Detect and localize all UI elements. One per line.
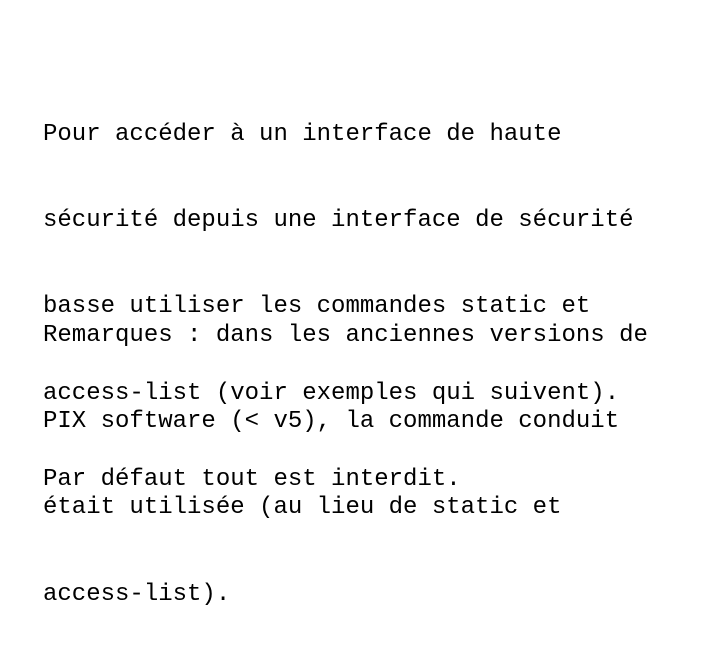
paragraph-remarks: Remarques : dans les anciennes versions … [43, 264, 648, 667]
text-line: PIX software (< v5), la commande conduit [43, 407, 620, 435]
text-line: était utilisée (au lieu de static et [43, 494, 562, 522]
text-line: sécurité depuis une interface de sécurit… [43, 206, 634, 234]
slide: Pour accéder à un interface de haute séc… [0, 0, 720, 608]
text-line: Pour accéder à un interface de haute [43, 120, 562, 148]
text-line: access-list). [43, 580, 231, 608]
text-line: Remarques : dans les anciennes versions … [43, 321, 648, 349]
